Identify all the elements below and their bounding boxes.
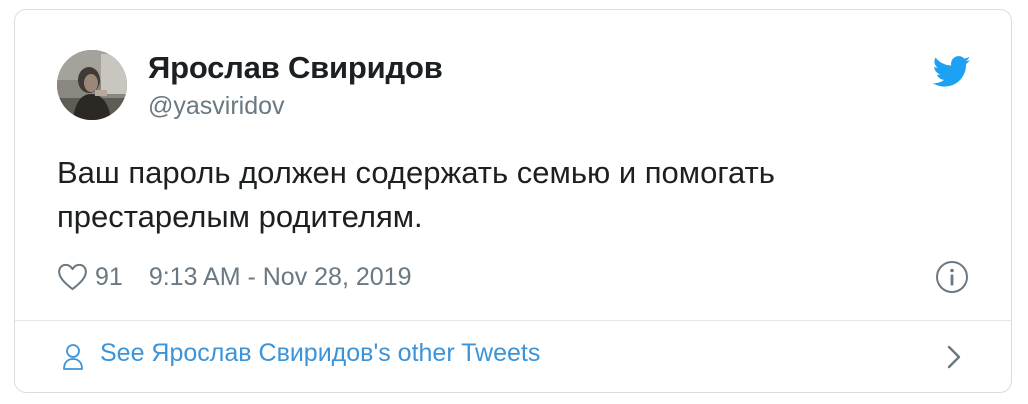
see-other-tweets-link[interactable]: See Ярослав Свиридов's other Tweets — [15, 321, 1011, 393]
tweet-meta: 91 9:13 AM - Nov 28, 2019 — [57, 260, 411, 294]
like-button[interactable]: 91 — [57, 263, 123, 292]
author-handle[interactable]: @yasviridov — [148, 92, 285, 121]
author-name[interactable]: Ярослав Свиридов — [148, 50, 443, 86]
info-icon[interactable] — [935, 260, 969, 294]
heart-icon — [58, 263, 87, 291]
twitter-bird-icon[interactable] — [933, 56, 971, 88]
see-other-tweets-label: See Ярослав Свиридов's other Tweets — [100, 339, 541, 367]
person-icon — [63, 344, 83, 370]
avatar[interactable] — [57, 50, 127, 120]
avatar-photo — [57, 50, 127, 120]
like-count: 91 — [95, 262, 123, 291]
tweet-timestamp[interactable]: 9:13 AM - Nov 28, 2019 — [149, 263, 412, 292]
tweet-text: Ваш пароль должен содержать семью и помо… — [57, 155, 775, 234]
chevron-right-icon — [947, 345, 961, 369]
tweet-card: Ярослав Свиридов @yasviridov Ваш пароль … — [14, 9, 1012, 393]
